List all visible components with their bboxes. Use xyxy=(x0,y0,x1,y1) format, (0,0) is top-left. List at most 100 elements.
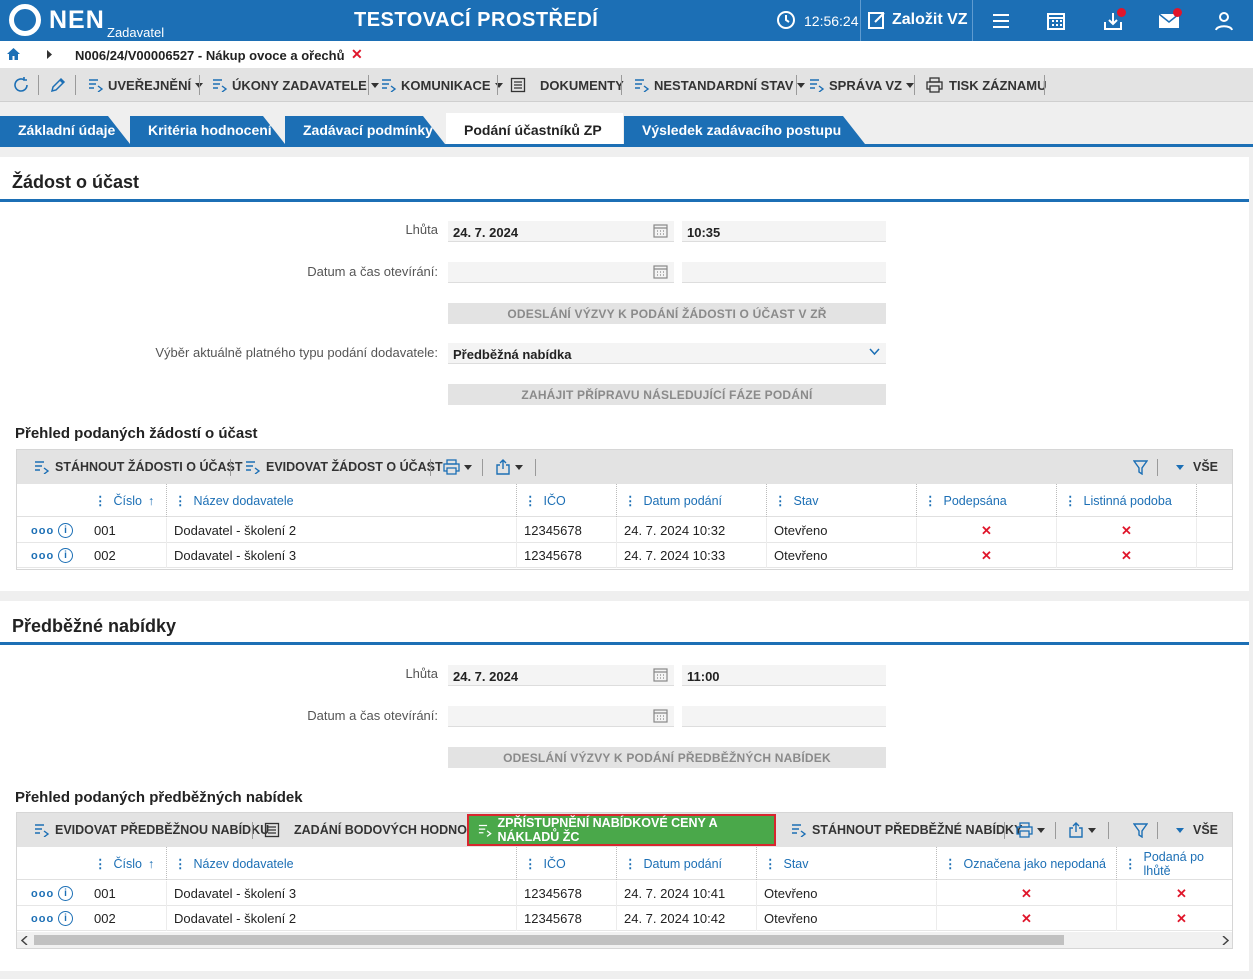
pencil-icon[interactable] xyxy=(49,76,66,94)
view-all-menu[interactable]: VŠE xyxy=(1172,813,1218,847)
scrollbar-thumb[interactable] xyxy=(34,935,1064,945)
view-all-menu[interactable]: VŠE xyxy=(1172,450,1218,484)
export-menu[interactable] xyxy=(1068,813,1096,847)
column-late[interactable]: ⋮ Podaná po lhůtě xyxy=(1124,847,1232,880)
close-icon[interactable]: ✕ xyxy=(351,46,363,63)
column-unsubmitted[interactable]: ⋮ Označena jako nepodaná xyxy=(944,847,1106,880)
cell-divider xyxy=(516,881,517,906)
column-signed[interactable]: ⋮ Podepsána xyxy=(924,484,1007,517)
column-ico[interactable]: ⋮ IČO xyxy=(524,847,566,880)
print-icon xyxy=(1016,822,1033,838)
calendar-icon[interactable] xyxy=(1045,10,1067,32)
column-supplier[interactable]: ⋮ Název dodavatele xyxy=(174,847,294,880)
view-all-label: VŠE xyxy=(1193,823,1219,837)
column-divider xyxy=(766,484,767,517)
refresh-icon[interactable] xyxy=(12,76,30,94)
column-state[interactable]: ⋮ Stav xyxy=(764,847,809,880)
communication-menu[interactable]: KOMUNIKACE xyxy=(381,68,503,102)
breadcrumb-record[interactable]: N006/24/V00006527 - Nákup ovoce a ořechů xyxy=(75,48,345,63)
download-requests-button[interactable]: STÁHNOUT ŽÁDOSTI O ÚČAST xyxy=(34,450,243,484)
tab-evaluation-criteria[interactable]: Kritéria hodnocení xyxy=(130,116,285,144)
row-info-icon[interactable]: i xyxy=(58,906,73,931)
horizontal-scrollbar[interactable] xyxy=(17,932,1232,948)
documents-button[interactable]: DOKUMENTY xyxy=(510,68,624,102)
submission-type-select[interactable]: Předběžná nabídka xyxy=(448,343,886,364)
nonstandard-menu[interactable]: NESTANDARDNÍ STAV xyxy=(634,68,806,102)
column-state[interactable]: ⋮ Stav xyxy=(774,484,819,517)
table-row[interactable]: ooo i 001 Dodavatel - školení 3 12345678… xyxy=(17,881,1232,906)
grid-toolbar-divider xyxy=(535,459,536,476)
notification-dot xyxy=(1117,8,1126,17)
disclose-prices-button[interactable]: ZPŘÍSTUPNĚNÍ NABÍDKOVÉ CENY A NÁKLADŮ ŽC xyxy=(467,814,776,846)
filter-icon[interactable] xyxy=(1133,823,1148,838)
tab-submissions[interactable]: Podání účastníků ZP xyxy=(446,113,623,146)
acts-menu[interactable]: ÚKONY ZADAVATELE xyxy=(212,68,379,102)
row-info-icon[interactable]: i xyxy=(58,518,73,543)
main-toolbar: UVEŘEJNĚNÍ ÚKONY ZADAVATELE KOMUNIKACE D… xyxy=(0,68,1253,102)
filter-icon[interactable] xyxy=(1133,460,1148,475)
scroll-right-icon[interactable] xyxy=(1222,936,1229,945)
row-menu-icon[interactable]: ooo xyxy=(31,518,54,543)
column-paper[interactable]: ⋮ Listinná podoba xyxy=(1064,484,1172,517)
row-menu-icon[interactable]: ooo xyxy=(31,881,54,906)
column-divider xyxy=(616,847,617,880)
scroll-left-icon[interactable] xyxy=(21,936,28,945)
disclose-prices-label: ZPŘÍSTUPNĚNÍ NABÍDKOVÉ CENY A NÁKLADŮ ŽC xyxy=(497,816,718,844)
print-menu[interactable] xyxy=(1016,813,1045,847)
column-label: Podaná po lhůtě xyxy=(1143,849,1204,878)
user-icon[interactable] xyxy=(1213,10,1235,32)
record-request-button[interactable]: EVIDOVAT ŽÁDOST O ÚČAST xyxy=(245,450,443,484)
points-entry-button[interactable]: ZADÁNÍ BODOVÝCH HODNOT xyxy=(264,813,475,847)
logo-subtitle: Zadavatel xyxy=(107,25,165,40)
opening-label: Datum a čas otevírání: xyxy=(307,708,438,723)
publish-menu[interactable]: UVEŘEJNĚNÍ xyxy=(88,68,204,102)
edit-icon[interactable] xyxy=(867,10,887,30)
column-number[interactable]: ⋮ Číslo ↑ xyxy=(94,847,154,880)
column-supplier[interactable]: ⋮ Název dodavatele xyxy=(174,484,294,517)
row-info-icon[interactable]: i xyxy=(58,881,73,906)
column-ico[interactable]: ⋮ IČO xyxy=(524,484,566,517)
home-icon[interactable] xyxy=(6,47,21,61)
column-label: Název dodavatele xyxy=(193,493,294,508)
row-menu-icon[interactable]: ooo xyxy=(31,906,54,931)
menu-icon[interactable] xyxy=(990,10,1012,32)
export-menu[interactable] xyxy=(495,450,523,484)
environment-title: TESTOVACÍ PROSTŘEDÍ xyxy=(354,9,599,31)
row-info-icon[interactable]: i xyxy=(58,543,73,568)
new-vz-button[interactable]: Založit VZ xyxy=(892,11,968,29)
deadline-time-field[interactable]: 11:00 xyxy=(682,665,886,686)
header-divider xyxy=(860,0,861,41)
table-row[interactable]: ooo i 002 Dodavatel - školení 2 12345678… xyxy=(17,906,1232,931)
column-divider xyxy=(756,847,757,880)
calendar-icon[interactable] xyxy=(653,224,668,238)
cell-divider xyxy=(766,518,767,543)
print-button[interactable]: TISK ZÁZNAMU xyxy=(926,68,1047,102)
column-label: Název dodavatele xyxy=(193,856,294,871)
document-icon xyxy=(510,77,526,93)
table-row[interactable]: ooo i 001 Dodavatel - školení 2 12345678… xyxy=(17,518,1232,543)
deadline-date-field[interactable]: 24. 7. 2024 xyxy=(448,665,674,686)
inbox-button[interactable] xyxy=(1100,8,1126,34)
deadline-time-value: 11:00 xyxy=(687,669,720,684)
print-menu[interactable] xyxy=(443,450,472,484)
tab-tender-conditions[interactable]: Zadávací podmínky xyxy=(285,116,445,144)
deadline-time-field[interactable]: 10:35 xyxy=(682,221,886,242)
deadline-date-field[interactable]: 24. 7. 2024 xyxy=(448,221,674,242)
cell-supplier: Dodavatel - školení 2 xyxy=(174,911,297,926)
column-number[interactable]: ⋮ Číslo ↑ xyxy=(94,484,154,517)
column-label: Číslo xyxy=(113,856,142,871)
column-date[interactable]: ⋮ Datum podání xyxy=(624,847,722,880)
deadline-date-value: 24. 7. 2024 xyxy=(453,225,519,240)
manage-menu[interactable]: SPRÁVA VZ xyxy=(809,68,914,102)
calendar-icon[interactable] xyxy=(653,668,668,682)
tab-basic-info[interactable]: Základní údaje xyxy=(0,116,130,144)
caret-down-icon xyxy=(515,464,523,470)
table-row[interactable]: ooo i 002 Dodavatel - školení 3 12345678… xyxy=(17,543,1232,568)
download-offers-button[interactable]: STÁHNOUT PŘEDBĚŽNÉ NABÍDKY xyxy=(791,813,1022,847)
tab-procedure-result[interactable]: Výsledek zadávacího postupu xyxy=(624,116,865,144)
column-divider xyxy=(1196,484,1197,517)
row-menu-icon[interactable]: ooo xyxy=(31,543,54,568)
messages-button[interactable] xyxy=(1157,8,1183,34)
record-offer-button[interactable]: EVIDOVAT PŘEDBĚŽNOU NABÍDKU xyxy=(34,813,269,847)
column-date[interactable]: ⋮ Datum podání xyxy=(624,484,722,517)
